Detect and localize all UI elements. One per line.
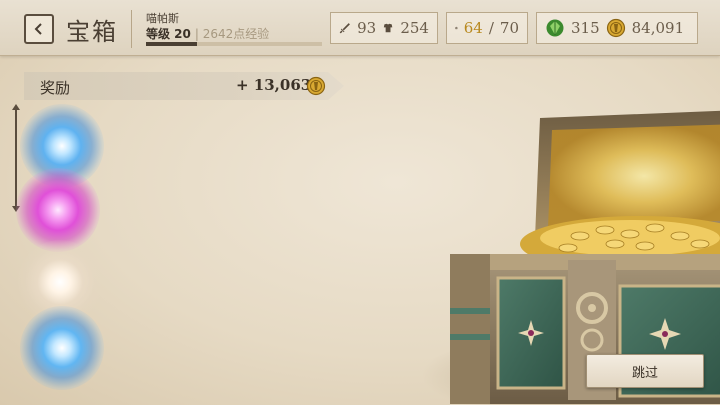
attack-value: 93 (357, 19, 377, 37)
backpack-icon (455, 26, 458, 30)
level-row: 等级 20 | 2642点经验 (146, 25, 269, 42)
armor-icon (384, 23, 393, 33)
top-bar: 宝箱 喵帕斯 等级 20 | 2642点经验 93 254 64 / 70 315 … (0, 0, 720, 56)
armor-value: 254 (400, 19, 429, 37)
skip-button[interactable]: 跳过 (586, 354, 704, 388)
xp-progress-fill (146, 42, 198, 46)
inventory-max: 70 (499, 19, 519, 37)
gold-value: 84,091 (631, 19, 685, 37)
combat-stats[interactable]: 93 254 (330, 12, 438, 44)
gold-coin-icon (606, 18, 625, 38)
gems-value: 315 (571, 19, 600, 37)
reward-amount: + 13,063 (236, 76, 312, 94)
title-divider (131, 10, 132, 48)
xp-text: | 2642点经验 (194, 27, 270, 41)
currency-panel[interactable]: 315 84,091 (536, 12, 698, 44)
sword-icon (339, 23, 350, 34)
gold-coin-icon (306, 76, 326, 96)
inventory-separator: / (488, 19, 494, 37)
player-name: 喵帕斯 (146, 12, 179, 25)
level-label: 等级 20 (146, 27, 191, 41)
xp-progress-bar (146, 42, 322, 46)
inventory-capacity[interactable]: 64 / 70 (446, 12, 528, 44)
page-title: 宝箱 (66, 18, 118, 46)
green-gem-icon (546, 19, 564, 37)
back-button[interactable] (24, 14, 54, 44)
reward-label: 奖励 (40, 79, 71, 97)
scroll-track[interactable] (15, 108, 17, 208)
inventory-current: 64 (463, 19, 483, 37)
chevron-left-icon (34, 23, 42, 35)
blue-magic-orb[interactable] (20, 306, 104, 390)
